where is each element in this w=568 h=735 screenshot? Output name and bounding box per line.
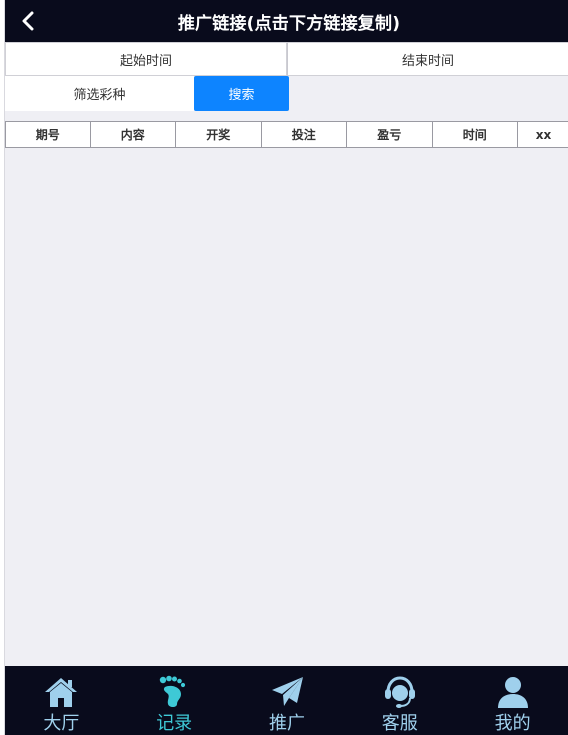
headset-icon [382,674,418,710]
column-header-content: 内容 [91,122,176,147]
column-header-draw: 开奖 [176,122,262,147]
top-bar: 推广链接(点击下方链接复制) [5,0,568,42]
page-title: 推广链接(点击下方链接复制) [177,13,401,34]
user-icon [495,674,531,710]
start-date-field[interactable]: 起始时间 [5,42,287,76]
end-date-field[interactable]: 结束时间 [287,42,568,76]
filter-bar: 筛选彩种 搜索 [5,76,568,111]
home-icon [43,674,79,710]
bottom-nav: 大厅 记录 推广 客服 我的 [5,666,568,735]
footprint-icon [156,674,192,710]
column-header-issue: 期号 [5,122,91,147]
nav-item-promote[interactable]: 推广 [231,666,344,735]
nav-label-profile: 我的 [494,713,531,734]
back-button[interactable] [17,9,39,33]
nav-label-lobby: 大厅 [43,713,80,734]
nav-item-lobby[interactable]: 大厅 [5,666,118,735]
nav-label-support: 客服 [381,713,418,734]
column-header-bet: 投注 [262,122,347,147]
chevron-left-icon [22,11,34,31]
column-header-time: 时间 [433,122,518,147]
nav-label-promote: 推广 [268,713,305,734]
nav-item-support[interactable]: 客服 [343,666,456,735]
column-header-xx: xx [535,127,552,142]
lottery-filter-select[interactable]: 筛选彩种 [5,76,194,111]
paper-plane-icon [269,674,305,710]
column-header-profit: 盈亏 [347,122,433,147]
nav-item-profile[interactable]: 我的 [456,666,568,735]
date-range: 起始时间 结束时间 [5,42,568,76]
search-button[interactable]: 搜索 [194,76,289,111]
nav-item-records[interactable]: 记录 [118,666,231,735]
app-screen: 推广链接(点击下方链接复制) 起始时间 结束时间 筛选彩种 搜索 期号 内容 开… [4,0,568,735]
records-table-header: 期号 内容 开奖 投注 盈亏 时间 xx [5,121,568,148]
nav-label-records: 记录 [156,713,193,734]
